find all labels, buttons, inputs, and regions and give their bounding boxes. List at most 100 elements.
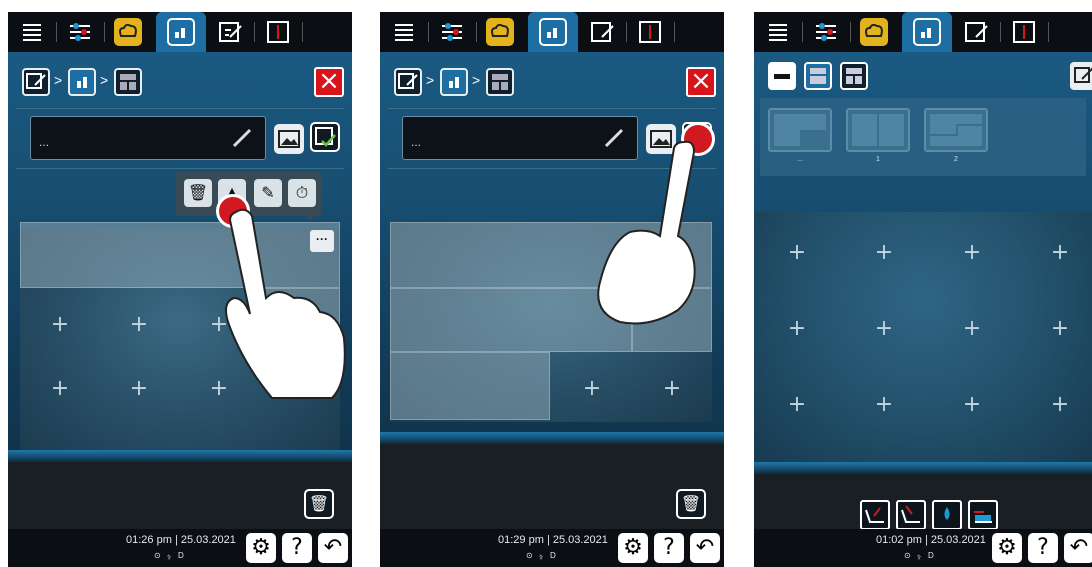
add-tile-icon[interactable]: + [786,242,808,264]
add-tile-icon[interactable]: + [1049,242,1071,264]
clock: 01:29 pm | 25.03.2021 [498,534,608,546]
gear-icon[interactable]: ⚙ [992,533,1022,563]
top-navigation [754,12,1092,52]
breadcrumb-tile-icon[interactable] [486,68,514,96]
add-tile-icon[interactable]: + [873,318,895,340]
status-icons: ⊙ ⍚ D [154,551,186,560]
breadcrumb-chevron-icon: > [100,72,109,88]
menu-icon[interactable] [764,18,792,46]
status-bar: 01:26 pm | 25.03.2021 ⊙ ⍚ D ⚙ ? ↶ [8,529,352,567]
breadcrumb-layout-icon[interactable] [68,68,96,96]
back-button[interactable]: ↶ [1064,533,1092,563]
layout-icon[interactable] [539,18,567,46]
chef-hat-icon[interactable] [860,18,888,46]
breadcrumb-chevron-icon: > [472,72,481,88]
gear-icon[interactable]: ⚙ [246,533,276,563]
layout-option-caption: 2 [954,156,958,163]
breadcrumb-chevron-icon: > [54,72,63,88]
top-navigation [380,12,724,52]
panel-left: > > × ... 🗑 ▲ ✎ ⏱ ··· + + + + + + 🗑 01:2… [8,12,352,567]
panel-right: ... 1 2 + + + + + + + + + + + + 01:02 pm… [754,12,1092,567]
add-tile-icon[interactable]: + [786,394,808,416]
chef-hat-icon[interactable] [114,18,142,46]
add-tile-icon[interactable]: + [1049,394,1071,416]
edit-icon[interactable] [588,18,616,46]
settings-sliders-icon[interactable] [66,18,94,46]
breadcrumb-layout-icon[interactable] [440,68,468,96]
add-tile-icon[interactable]: + [961,318,983,340]
add-tile-icon[interactable]: + [873,394,895,416]
load-tray-icon[interactable] [860,500,890,530]
drain-icon[interactable] [896,500,926,530]
breadcrumb-edit-icon[interactable] [394,68,422,96]
layout-tab-single[interactable] [768,62,796,90]
gear-icon[interactable]: ⚙ [618,533,648,563]
add-tile-icon[interactable]: + [128,314,150,336]
breadcrumb-tile-icon[interactable] [114,68,142,96]
status-icons: ⊙ ⍚ D [904,551,936,560]
layout-tab-split[interactable] [804,62,832,90]
add-tile-icon[interactable]: + [961,394,983,416]
layout-option-caption: ... [797,156,803,163]
menu-icon[interactable] [390,18,418,46]
close-button[interactable]: × [686,67,716,97]
back-button[interactable]: ↶ [690,533,720,563]
add-tile-icon[interactable]: + [661,378,683,400]
breadcrumb-edit-icon[interactable] [22,68,50,96]
clock: 01:02 pm | 25.03.2021 [876,534,986,546]
chef-hat-icon[interactable] [486,18,514,46]
delete-icon[interactable]: 🗑 [304,489,334,519]
tile[interactable] [390,352,550,420]
add-tile-icon[interactable]: + [786,318,808,340]
status-icons: ⊙ ⍚ D [526,551,558,560]
settings-sliders-icon[interactable] [812,18,840,46]
help-button[interactable]: ? [282,533,312,563]
editor-content: > > × ... 🗑 ▲ ✎ ⏱ ··· + + + + + + 🗑 [8,52,352,567]
water-drop-icon[interactable] [932,500,962,530]
pencil-icon [231,127,253,152]
name-input[interactable]: ... [30,116,266,160]
editor-content: > > × ... + + 🗑 [380,52,724,567]
edit-icon[interactable] [1070,62,1092,90]
add-tile-icon[interactable]: + [49,314,71,336]
confirm-edit-icon[interactable] [310,122,340,152]
status-bar: 01:29 pm | 25.03.2021 ⊙ ⍚ D ⚙ ? ↶ [380,529,724,567]
layout-icon[interactable] [913,18,941,46]
layout-option[interactable] [924,108,988,152]
hand-pointer-icon [225,208,346,399]
water-level-icon[interactable] [968,500,998,530]
help-button[interactable]: ? [1028,533,1058,563]
name-input-value: ... [411,135,422,149]
layout-option-caption: 1 [876,156,880,163]
add-tile-icon[interactable]: + [581,378,603,400]
split-icon[interactable] [1010,18,1038,46]
add-tile-icon[interactable]: + [1049,318,1071,340]
split-icon[interactable] [636,18,664,46]
menu-icon[interactable] [18,18,46,46]
layout-selection: ... 1 2 + + + + + + + + + + + + [754,52,1092,567]
layout-icon[interactable] [167,18,195,46]
add-tile-icon[interactable]: + [128,378,150,400]
breadcrumb-chevron-icon: > [426,72,435,88]
split-icon[interactable] [264,18,292,46]
clock: 01:26 pm | 25.03.2021 [126,534,236,546]
help-button[interactable]: ? [654,533,684,563]
top-navigation [8,12,352,52]
layout-option[interactable] [768,108,832,152]
edit-icon[interactable] [216,18,244,46]
layout-tab-grid[interactable] [840,62,868,90]
image-icon[interactable] [274,124,304,154]
delete-icon[interactable]: 🗑 [676,489,706,519]
status-bar: 01:02 pm | 25.03.2021 ⊙ ⍚ D ⚙ ? ↶ [754,529,1092,567]
edit-icon[interactable] [962,18,990,46]
add-tile-icon[interactable]: + [873,242,895,264]
layout-option[interactable] [846,108,910,152]
add-tile-icon[interactable]: + [961,242,983,264]
add-tile-icon[interactable]: + [49,378,71,400]
back-button[interactable]: ↶ [318,533,348,563]
name-input-value: ... [39,135,50,149]
hand-pointer-icon [597,140,696,325]
panel-middle: > > × ... + + 🗑 01:29 pm | 25.03.2021 ⊙ … [380,12,724,567]
settings-sliders-icon[interactable] [438,18,466,46]
close-button[interactable]: × [314,67,344,97]
